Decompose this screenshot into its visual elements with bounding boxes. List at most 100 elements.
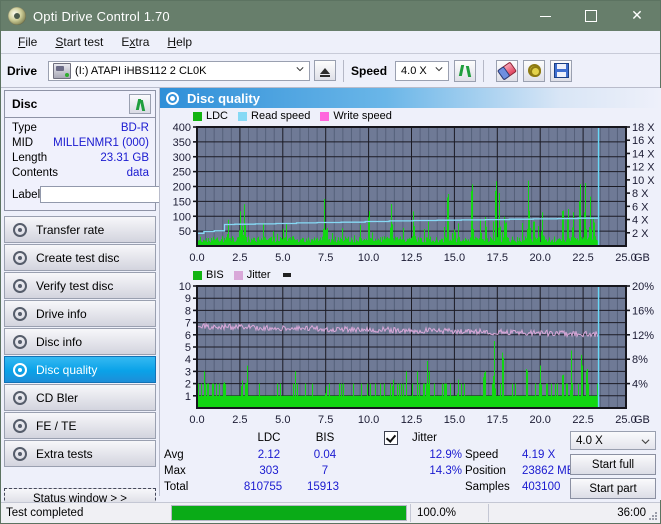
refresh-button[interactable] [454, 59, 477, 82]
stats-col-ldc: LDC [257, 432, 281, 444]
test-speed-select[interactable]: 4.0 X [570, 431, 656, 450]
erase-button[interactable] [496, 59, 519, 82]
svg-text:300: 300 [173, 152, 191, 164]
menu-bar: File Start test Extra Help [1, 31, 660, 54]
stats-panel: LDC BIS Jitter Avg 2.12 0.04 12.9% Max 3… [160, 428, 661, 500]
gear-icon [527, 64, 541, 77]
svg-text:9: 9 [185, 293, 191, 305]
progress-percent: 100.0% [410, 504, 488, 522]
svg-text:17.5: 17.5 [487, 252, 508, 264]
resize-grip[interactable] [648, 511, 658, 521]
legend-label-write-speed: Write speed [333, 110, 392, 122]
drive-label: Drive [7, 63, 38, 78]
svg-text:22.5: 22.5 [572, 252, 593, 264]
chevron-down-icon [296, 66, 304, 71]
svg-text:8 X: 8 X [632, 188, 649, 200]
disc-row-mid-key: MID [12, 137, 34, 149]
chevron-down-icon-test-speed [641, 439, 650, 445]
disc-panel-title: Disc [12, 97, 38, 111]
stats-position-value: 23862 MB [522, 465, 575, 477]
sidebar-item-disc-quality[interactable]: Disc quality [4, 356, 156, 383]
jitter-checkbox[interactable] [384, 431, 398, 446]
svg-text:4%: 4% [632, 379, 648, 391]
sidebar-item-transfer-rate[interactable]: Transfer rate [4, 216, 156, 243]
sidebar-item-label-4: Disc info [36, 334, 83, 349]
sidebar-item-disc-info[interactable]: Disc info [4, 328, 156, 355]
sidebar-item-cd-bler[interactable]: CD Bler [4, 384, 156, 411]
menu-start-test[interactable]: Start test [46, 33, 112, 51]
stats-max-ldc: 303 [259, 465, 279, 477]
speed-select[interactable]: 4.0 X [395, 60, 450, 81]
disc-info-icon [13, 334, 27, 349]
stats-row-total-label: Total [164, 481, 189, 493]
extra-tests-icon [13, 446, 27, 461]
disc-refresh-button[interactable] [129, 94, 151, 114]
menu-help[interactable]: Help [158, 33, 201, 51]
svg-text:150: 150 [173, 196, 191, 208]
svg-text:8%: 8% [632, 354, 648, 366]
maximize-button[interactable] [568, 1, 614, 31]
status-text: Test completed [6, 507, 84, 519]
settings-button[interactable] [523, 59, 546, 82]
save-button[interactable] [550, 59, 573, 82]
menu-start-test-rest: tart test [63, 35, 104, 49]
svg-text:200: 200 [173, 182, 191, 194]
disc-panel-header: Disc [5, 91, 155, 118]
jitter-checkbox-box [384, 431, 398, 445]
sidebar-item-extra-tests[interactable]: Extra tests [4, 440, 156, 467]
svg-text:7.5: 7.5 [318, 252, 333, 264]
disc-row-mid-value: MILLENMR1 (000) [53, 137, 149, 149]
disc-row-type-value: BD-R [120, 122, 149, 134]
sidebar-item-label-3: Drive info [36, 306, 87, 321]
legend-label-read-speed: Read speed [251, 110, 311, 122]
minimize-button[interactable] [522, 1, 568, 31]
main-panel: Disc quality LDC Read speed Write speed … [159, 88, 661, 500]
app-disc-icon [8, 7, 26, 25]
menu-extra-rest: tra [135, 35, 150, 49]
stats-total-bis: 15913 [307, 481, 339, 493]
eraser-icon [497, 60, 518, 81]
stats-col-bis: BIS [315, 432, 335, 444]
close-button[interactable]: ✕ [614, 1, 660, 31]
progress-bar [171, 505, 407, 521]
sidebar-item-verify-test-disc[interactable]: Verify test disc [4, 272, 156, 299]
stats-avg-jitter: 12.9% [429, 449, 462, 461]
toolbar-divider-1 [343, 59, 345, 82]
main-header-title: Disc quality [187, 90, 260, 106]
svg-text:6 X: 6 X [632, 201, 649, 213]
app-window: Opti Drive Control 1.70 ✕ File Start tes… [0, 0, 661, 524]
disc-row-length-key: Length [12, 152, 48, 164]
stats-avg-bis: 0.04 [313, 449, 337, 461]
status-bar: Test completed 100.0% 36:00 [1, 502, 660, 523]
disc-row-contents: Contents data [12, 166, 149, 181]
start-full-button[interactable]: Start full [570, 454, 656, 475]
start-full-label: Start full [591, 458, 635, 471]
menu-extra[interactable]: Extra [112, 33, 158, 51]
svg-text:2.5: 2.5 [232, 414, 247, 426]
sidebar-item-fe-te[interactable]: FE / TE [4, 412, 156, 439]
test-speed-select-value: 4.0 X [576, 434, 603, 447]
eject-button[interactable] [314, 60, 337, 81]
sidebar-item-create-test-disc[interactable]: Create test disc [4, 244, 156, 271]
legend-swatch-bis [193, 270, 202, 280]
stats-max-jitter: 14.3% [429, 465, 462, 477]
svg-text:10 X: 10 X [632, 175, 655, 187]
cd-bler-icon [13, 390, 27, 405]
svg-text:10: 10 [179, 282, 191, 293]
drive-select[interactable]: (I:) ATAPI iHBS112 2 CL0K [48, 60, 311, 81]
svg-text:50: 50 [179, 226, 191, 238]
sidebar-item-label-6: CD Bler [36, 390, 79, 405]
create-test-disc-icon [13, 250, 27, 265]
stats-avg-ldc: 2.12 [257, 449, 281, 461]
disc-quality-header-icon [166, 91, 179, 105]
sidebar-item-label-8: Extra tests [36, 446, 93, 461]
svg-text:3: 3 [185, 366, 191, 378]
menu-file-rest: ile [25, 35, 38, 49]
disc-info-rows: Type BD-R MID MILLENMR1 (000) Length 23.… [5, 118, 243, 210]
sidebar-item-drive-info[interactable]: Drive info [4, 300, 156, 327]
svg-text:17.5: 17.5 [487, 414, 508, 426]
svg-text:20.0: 20.0 [529, 414, 550, 426]
svg-text:16%: 16% [632, 305, 654, 317]
menu-file[interactable]: File [9, 33, 46, 51]
start-part-button[interactable]: Start part [570, 478, 656, 499]
